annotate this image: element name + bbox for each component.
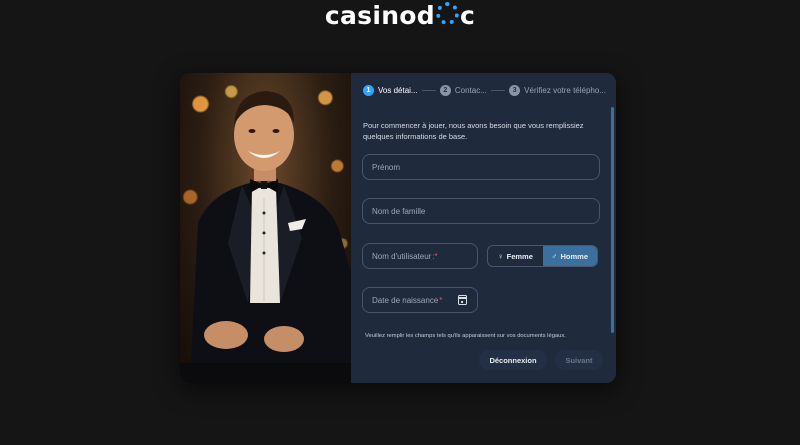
username-field[interactable]: Nom d'utilisateur:*	[362, 243, 478, 269]
step-3-number: 3	[509, 84, 521, 96]
step-2-number: 2	[439, 84, 451, 96]
gender-toggle: ♀ Femme ♂ Homme	[487, 245, 598, 267]
step-3-label: Vérifiez votre télépho...	[524, 85, 606, 95]
step-3[interactable]: 3 Vérifiez votre télépho...	[509, 84, 606, 96]
step-2[interactable]: 2 Contac...	[439, 84, 487, 96]
calendar-icon[interactable]	[458, 295, 467, 305]
registration-form: 1 Vos détai... 2 Contac... 3 Vérifiez vo…	[351, 73, 616, 383]
username-required-mark: :*	[432, 251, 438, 261]
registration-modal: 1 Vos détai... 2 Contac... 3 Vérifiez vo…	[180, 73, 616, 383]
legal-names-note: Veuillez remplir les champs tels qu'ils …	[365, 333, 566, 339]
step-2-label: Contac...	[454, 85, 487, 95]
gender-male-label: Homme	[560, 251, 588, 261]
last-name-field[interactable]	[362, 198, 600, 224]
man-in-tuxedo-illustration	[180, 91, 351, 383]
birthdate-field[interactable]: Date de naissance *	[362, 287, 478, 313]
form-scrollbar[interactable]	[611, 107, 614, 333]
username-placeholder: Nom d'utilisateur	[372, 251, 432, 261]
step-progress: 1 Vos détai... 2 Contac... 3 Vérifiez vo…	[363, 83, 606, 97]
step-divider	[421, 89, 436, 91]
gender-female-button[interactable]: ♀ Femme	[488, 246, 543, 266]
logout-button[interactable]: Déconnexion	[479, 350, 547, 370]
first-name-field[interactable]	[362, 154, 600, 180]
step-1[interactable]: 1 Vos détai...	[363, 84, 418, 96]
step-1-number: 1	[363, 84, 374, 96]
step-divider	[490, 89, 506, 91]
first-name-input[interactable]	[372, 162, 565, 172]
logo-text-end: c	[459, 1, 476, 30]
birthdate-placeholder: Date de naissance	[372, 295, 439, 305]
logo-chip-icon	[435, 2, 459, 25]
gender-female-label: Femme	[506, 251, 533, 261]
logo-text-start: casinod	[324, 1, 435, 30]
intro-text: Pour commencer à jouer, nous avons besoi…	[363, 121, 584, 141]
last-name-input[interactable]	[372, 206, 565, 216]
gender-male-button[interactable]: ♂ Homme	[542, 246, 597, 266]
step-1-label: Vos détai...	[378, 85, 418, 95]
promo-photo	[180, 73, 351, 383]
birthdate-required-mark: *	[439, 295, 443, 305]
casinodoc-logo: casinod c	[0, 2, 800, 30]
male-symbol-icon: ♂	[551, 251, 558, 261]
female-symbol-icon: ♀	[497, 251, 504, 261]
next-button[interactable]: Suivant	[555, 350, 603, 370]
